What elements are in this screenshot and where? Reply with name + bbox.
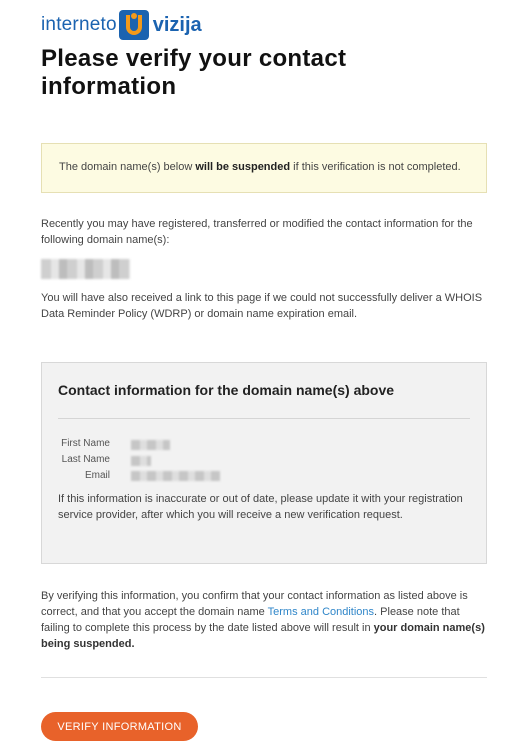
divider <box>41 677 487 678</box>
page-title: Please verify your contact information <box>41 45 347 100</box>
intro-text: Recently you may have registered, transf… <box>41 218 473 246</box>
brand-word-interneto: interneto <box>41 14 117 35</box>
contact-info-card: Contact information for the domain name(… <box>41 362 487 564</box>
card-divider <box>58 418 470 419</box>
suspension-notice: The domain name(s) below will be suspend… <box>41 143 487 193</box>
first-name-value-redacted <box>131 440 170 450</box>
brand-mark-icon <box>118 10 149 40</box>
email-value-redacted <box>131 471 220 481</box>
contact-update-note: If this information is inaccurate or out… <box>58 493 463 521</box>
notice-text-bold: will be suspended <box>195 161 291 173</box>
terms-paragraph: By verifying this information, you confi… <box>41 588 487 652</box>
brand-logo: interneto vizija <box>41 9 202 41</box>
last-name-value-redacted <box>131 456 151 466</box>
verify-information-button[interactable]: VERIFY INFORMATION <box>41 712 198 741</box>
email-label: Email <box>84 470 110 481</box>
first-name-label: First Name <box>61 438 110 449</box>
received-note-text: You will have also received a link to th… <box>41 292 483 320</box>
brand-word-vizija: vizija <box>152 13 202 36</box>
notice-text-before: The domain name(s) below <box>59 161 196 173</box>
terms-and-conditions-link[interactable]: Terms and Conditions <box>268 606 374 618</box>
last-name-label: Last Name <box>61 454 110 465</box>
domain-name-redacted <box>41 259 130 279</box>
contact-heading: Contact information for the domain name(… <box>58 382 395 398</box>
notice-text-after: if this verification is not completed. <box>290 161 461 173</box>
